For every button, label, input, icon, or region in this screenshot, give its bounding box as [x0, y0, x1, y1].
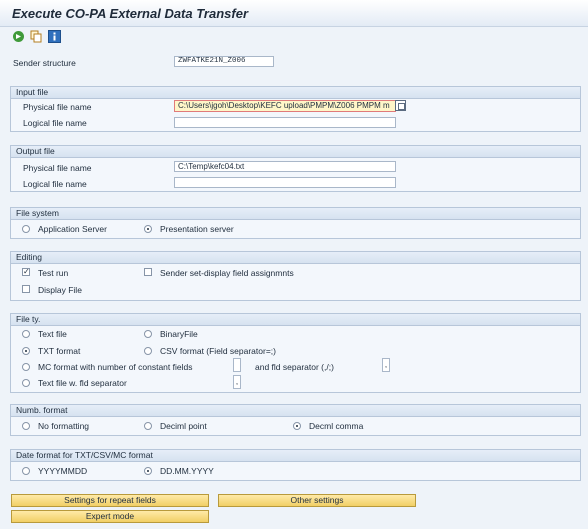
output-physical-field[interactable]: C:\Temp\kefc04.txt [174, 161, 396, 172]
mc-format-radio[interactable] [22, 363, 30, 371]
file-system-group: File system [10, 207, 581, 239]
decimal-comma-label: Decml comma [309, 421, 364, 431]
input-logical-field[interactable] [174, 117, 396, 128]
decimal-point-radio[interactable] [144, 422, 152, 430]
display-file-label: Display File [38, 285, 82, 295]
text-wfld-radio[interactable] [22, 379, 30, 387]
binary-file-label: BinaryFile [160, 329, 198, 339]
copy-icon[interactable] [30, 30, 43, 43]
text-wfld-separator-input[interactable]: , [233, 375, 241, 389]
pres-server-label: Presentation server [160, 224, 234, 234]
date-format-title: Date format for TXT/CSV/MC format [11, 450, 580, 462]
mc-constant-fields-input[interactable] [233, 358, 241, 372]
window-title: Execute CO-PA External Data Transfer [12, 6, 249, 21]
txt-format-radio[interactable] [22, 347, 30, 355]
other-settings-button[interactable]: Other settings [218, 494, 416, 507]
file-system-title: File system [11, 208, 580, 220]
binary-file-radio[interactable] [144, 330, 152, 338]
text-file-label: Text file [38, 329, 67, 339]
no-formatting-radio[interactable] [22, 422, 30, 430]
output-physical-label: Physical file name [23, 163, 92, 173]
display-file-checkbox[interactable] [22, 285, 30, 293]
input-physical-label: Physical file name [23, 102, 92, 112]
input-logical-label: Logical file name [23, 118, 87, 128]
ddmmyyyy-radio[interactable] [144, 467, 152, 475]
text-wfld-label: Text file w. fld separator [38, 378, 127, 388]
execute-icon[interactable] [12, 30, 25, 43]
csv-format-radio[interactable] [144, 347, 152, 355]
ddmmyyyy-label: DD.MM.YYYY [160, 466, 214, 476]
input-physical-field[interactable]: C:\Users\jgoh\Desktop\KEFC upload\PMPM\Z… [174, 100, 396, 112]
toolbar [0, 27, 588, 45]
sender-set-label: Sender set-display field assignmnts [160, 268, 294, 278]
csv-format-label: CSV format (Field separator=;) [160, 346, 276, 356]
no-formatting-label: No formatting [38, 421, 90, 431]
file-type-title: File ty. [11, 314, 580, 326]
decimal-comma-radio[interactable] [293, 422, 301, 430]
sender-structure-label: Sender structure [13, 58, 76, 68]
app-server-radio[interactable] [22, 225, 30, 233]
fld-separator-label: and fld separator (,/;) [255, 362, 334, 372]
txt-format-label: TXT format [38, 346, 81, 356]
output-logical-label: Logical file name [23, 179, 87, 189]
info-icon[interactable] [48, 30, 61, 43]
fld-separator-input[interactable]: , [382, 358, 390, 372]
yyyymmdd-radio[interactable] [22, 467, 30, 475]
text-file-radio[interactable] [22, 330, 30, 338]
editing-title: Editing [11, 252, 580, 264]
editing-group: Editing [10, 251, 581, 301]
yyyymmdd-label: YYYYMMDD [38, 466, 88, 476]
output-file-title: Output file [11, 146, 580, 158]
pres-server-radio[interactable] [144, 225, 152, 233]
numb-format-title: Numb. format [11, 405, 580, 417]
sender-structure-field[interactable]: ZWFATKE21N_Z006 [174, 56, 274, 67]
mc-format-label: MC format with number of constant fields [38, 362, 193, 372]
repeat-fields-button[interactable]: Settings for repeat fields [11, 494, 209, 507]
numb-format-group: Numb. format [10, 404, 581, 436]
output-logical-field[interactable] [174, 177, 396, 188]
test-run-label: Test run [38, 268, 69, 278]
sender-set-checkbox[interactable] [144, 268, 152, 276]
value-help-icon[interactable] [395, 100, 406, 111]
expert-mode-button[interactable]: Expert mode [11, 510, 209, 523]
test-run-checkbox[interactable]: ✓ [22, 268, 30, 276]
input-file-title: Input file [11, 87, 580, 99]
date-format-group: Date format for TXT/CSV/MC format [10, 449, 581, 481]
decimal-point-label: Deciml point [160, 421, 207, 431]
app-server-label: Application Server [38, 224, 107, 234]
